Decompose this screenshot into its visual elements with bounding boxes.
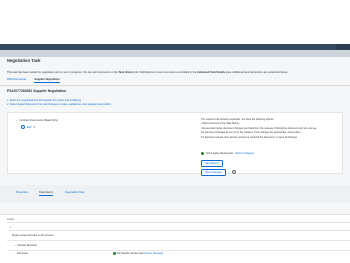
info-prefix: This task has been started for negotiati…: [7, 71, 119, 74]
column-header-details: Details: [7, 218, 15, 221]
status-dot-icon: [113, 252, 116, 255]
table-row-status: Sell Supplier Review task (Owner Changes…: [113, 252, 163, 255]
chevron-down-icon[interactable]: ⌄: [15, 118, 18, 122]
row-owner-changes-link[interactable]: (Owner Changes): [144, 252, 163, 255]
new-round-button[interactable]: New Round: [201, 160, 223, 167]
response-options: The recipient has actively responded. Yo…: [201, 118, 346, 140]
info-suffix: area. Additional task instructions are p…: [225, 71, 288, 74]
info-bold-task-history: Task History: [118, 71, 134, 74]
row-status-label: Sell Supplier Review task: [116, 252, 144, 256]
object-title: PS#2077260081 Supplier Negotiation: [7, 89, 67, 93]
tab-rfm-documents[interactable]: RFM Documents: [7, 78, 26, 83]
edit-link[interactable]: Edit: [27, 126, 31, 129]
contract-documents-label: Contract Documents (Read Only): [19, 118, 58, 122]
status-label: Sell Supplier Review task: [206, 152, 233, 155]
chevron-down-icon[interactable]: ▾: [33, 125, 35, 129]
info-bold-advanced: Advanced Task Details: [197, 71, 226, 74]
top-whitespace: [0, 0, 350, 44]
table-row: Document: [17, 252, 28, 255]
bullet-icon: •: [10, 225, 12, 229]
row-divider: [7, 240, 350, 241]
tab-task-history[interactable]: Task History: [39, 191, 54, 196]
status-line: Sell Supplier Review task (Owner Changes…: [201, 152, 254, 155]
tab-negotiation-flow[interactable]: Negotiation Flow: [65, 191, 84, 194]
tab-supplier-negotiation[interactable]: Supplier Negotiation: [34, 78, 60, 83]
contract-documents-row[interactable]: ⌄ Contract Documents (Read Only): [15, 118, 58, 122]
instruction-link-2[interactable]: 2. Select Award Document from all change…: [7, 103, 111, 106]
info-icon[interactable]: i: [232, 170, 236, 174]
info-mid: tab. Notifications of new comments is co…: [133, 71, 197, 74]
header-divider: [0, 85, 350, 86]
document-icon[interactable]: [21, 125, 25, 129]
response-option-review-1: • Review and merge document changes sent…: [201, 126, 317, 130]
response-intro: The recipient has actively responded. Yo…: [201, 118, 275, 121]
task-info-text: This task has been started for negotiati…: [7, 71, 288, 74]
table-row: Please review and work on the process: [12, 234, 54, 237]
row-divider: [7, 250, 350, 251]
edit-row[interactable]: Edit ▾: [21, 125, 35, 129]
view-changes-button[interactable]: View Changes: [201, 169, 226, 176]
row-label: Contract (Expired): [17, 244, 37, 247]
page-title: Negotiation Task: [7, 58, 41, 63]
response-option-review-2: the document changes as sent in by the r…: [201, 131, 302, 135]
tab-properties[interactable]: Properties: [16, 191, 28, 194]
row-divider: [7, 230, 350, 231]
response-option-review-3: If it has been revised, then ask the rec…: [201, 135, 298, 139]
response-option-comment: • Add a comment to the Task History.: [201, 122, 240, 126]
owner-changes-link[interactable]: (Owner Changes): [235, 152, 254, 155]
status-dot-icon: [201, 152, 204, 155]
instruction-link-1[interactable]: 1. Enter the negotiated first bid suppli…: [7, 99, 81, 102]
row-divider: [7, 222, 350, 223]
header-strip: [0, 50, 350, 57]
table-row[interactable]: ⌄ Contract (Expired): [14, 243, 37, 247]
header-tabs: RFM Documents Supplier Negotiation: [7, 78, 60, 83]
